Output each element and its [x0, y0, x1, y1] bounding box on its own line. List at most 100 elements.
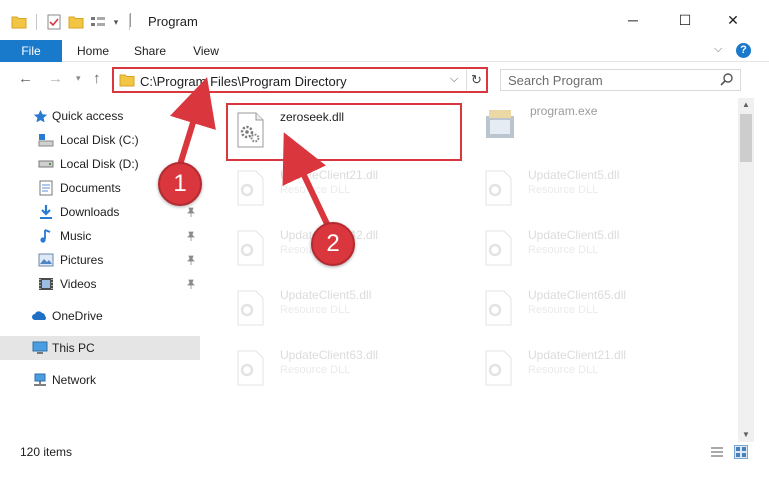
file-name: UpdateClient5.dll [528, 228, 620, 242]
file-name: UpdateClient63.dll [280, 348, 379, 362]
this-pc-icon [32, 340, 48, 356]
file-type: Resource DLL [528, 184, 599, 196]
title-folder-icon [130, 13, 142, 30]
refresh-icon[interactable]: ↻ [466, 70, 486, 90]
network-icon [32, 372, 48, 388]
address-path[interactable]: C:\Program Files\Program Directory [140, 74, 347, 89]
new-folder-icon[interactable] [67, 13, 85, 31]
scroll-up-icon[interactable]: ▲ [738, 98, 754, 112]
expand-ribbon-icon[interactable]: ⌵ [714, 43, 722, 56]
dll-file-icon [478, 168, 518, 208]
sidebar-item-onedrive[interactable]: OneDrive [0, 304, 200, 328]
minimize-icon: ─ [628, 12, 638, 28]
file-tile[interactable]: UpdateClient21.dll Resource DLL [474, 342, 714, 394]
dll-file-icon [478, 288, 518, 328]
dll-file-icon [230, 110, 270, 150]
title-bar: ▾ Program ─ ☐ ✕ [0, 0, 769, 40]
file-name: program.exe [530, 104, 598, 118]
sidebar-item-music[interactable]: Music [0, 224, 200, 248]
file-name: UpdateClient5.dll [528, 168, 620, 182]
file-type: Resource DLL [280, 184, 351, 196]
exe-file-icon [480, 104, 520, 144]
sidebar-item-this-pc[interactable]: This PC [0, 336, 200, 360]
up-arrow-icon[interactable]: ↑ [93, 70, 101, 87]
navigation-bar: ← → ▾ ↑ C:\Program Files\Program Directo… [0, 62, 769, 98]
sidebar-item-quick-access[interactable]: Quick access [0, 104, 200, 128]
status-bar: 120 items [0, 442, 769, 479]
dll-file-icon [230, 288, 270, 328]
downloads-icon [38, 204, 54, 220]
file-tile[interactable]: UpdateClient65.dll Resource DLL [474, 282, 714, 334]
tab-share[interactable]: Share [130, 40, 170, 62]
customize-toolbar-chevron-icon[interactable]: ▾ [111, 13, 121, 31]
file-tile-zeroseek-dll[interactable]: zeroseek.dll [226, 104, 466, 156]
maximize-icon: ☐ [678, 11, 692, 28]
search-input[interactable]: Search Program [508, 73, 603, 88]
drive-c-icon [38, 132, 54, 148]
file-type: Resource DLL [528, 304, 599, 316]
close-icon: ✕ [727, 11, 739, 28]
pin-icon[interactable] [186, 278, 196, 292]
music-icon [38, 228, 54, 244]
scrollbar-thumb[interactable] [740, 114, 752, 162]
folder-icon [119, 73, 135, 90]
sidebar-item-local-disk-c[interactable]: Local Disk (C:) [0, 128, 200, 152]
drive-icon [38, 156, 54, 172]
pin-icon[interactable] [186, 206, 196, 220]
folder-icon[interactable] [10, 13, 28, 31]
file-tile[interactable]: UpdateClient63.dll Resource DLL [226, 342, 466, 394]
sidebar-item-network[interactable]: Network [0, 368, 200, 392]
pictures-icon [38, 252, 54, 268]
file-name: zeroseek.dll [280, 110, 345, 124]
file-tile-program-exe[interactable]: program.exe [476, 98, 716, 150]
file-type: Resource DLL [528, 244, 599, 256]
maximize-button[interactable]: ☐ [662, 0, 708, 40]
details-view-icon[interactable] [710, 445, 724, 459]
vertical-scrollbar[interactable]: ▲ ▼ [738, 98, 754, 442]
toolbar-separator [36, 14, 37, 30]
recent-locations-chevron-icon[interactable]: ▾ [76, 73, 81, 84]
file-tile[interactable]: UpdateClient5.dll Resource DLL [226, 282, 466, 334]
view-options-icon[interactable] [89, 13, 107, 31]
address-bar[interactable]: C:\Program Files\Program Directory ⌵ ↻ [112, 67, 488, 93]
forward-arrow-icon[interactable]: → [48, 70, 63, 87]
file-name: UpdateClient65.dll [528, 288, 627, 302]
file-tile[interactable]: UpdateClient5.dll Resource DLL [474, 162, 714, 214]
file-tile[interactable]: UpdateClient21.dll Resource DLL [226, 162, 466, 214]
ribbon-tabs: File Home Share View ⌵ ? [0, 40, 769, 62]
file-name: UpdateClient21.dll [528, 348, 627, 362]
scroll-down-icon[interactable]: ▼ [738, 428, 754, 442]
back-arrow-icon[interactable]: ← [18, 70, 33, 87]
file-list: zeroseek.dll program.exe UpdateClient21.… [210, 98, 738, 442]
onedrive-icon [32, 308, 48, 324]
window-title: Program [148, 14, 198, 29]
tab-home[interactable]: Home [72, 40, 114, 62]
quick-access-toolbar: ▾ [10, 12, 134, 32]
videos-icon [38, 276, 54, 292]
step-2-badge: 2 [311, 222, 355, 266]
properties-icon[interactable] [45, 13, 63, 31]
step-1-badge: 1 [158, 162, 202, 206]
tab-file[interactable]: File [0, 40, 62, 62]
item-count: 120 items [20, 445, 73, 459]
close-button[interactable]: ✕ [710, 0, 756, 40]
address-dropdown-icon[interactable]: ⌵ [450, 73, 458, 86]
tab-view[interactable]: View [188, 40, 224, 62]
documents-icon [38, 180, 54, 196]
sidebar-item-pictures[interactable]: Pictures [0, 248, 200, 272]
sidebar-item-videos[interactable]: Videos [0, 272, 200, 296]
file-type: Resource DLL [280, 364, 351, 376]
star-icon [32, 108, 48, 124]
file-tile[interactable]: UpdateClient5.dll Resource DLL [474, 222, 714, 274]
help-icon[interactable]: ? [736, 43, 751, 58]
dll-file-icon [230, 168, 270, 208]
dll-file-icon [230, 348, 270, 388]
dll-file-icon [478, 348, 518, 388]
file-type: Resource DLL [528, 364, 599, 376]
search-box[interactable]: Search Program [500, 69, 741, 91]
large-icons-view-icon[interactable] [734, 445, 748, 459]
pin-icon[interactable] [186, 230, 196, 244]
minimize-button[interactable]: ─ [610, 0, 656, 40]
pin-icon[interactable] [186, 254, 196, 268]
file-type: Resource DLL [280, 304, 351, 316]
